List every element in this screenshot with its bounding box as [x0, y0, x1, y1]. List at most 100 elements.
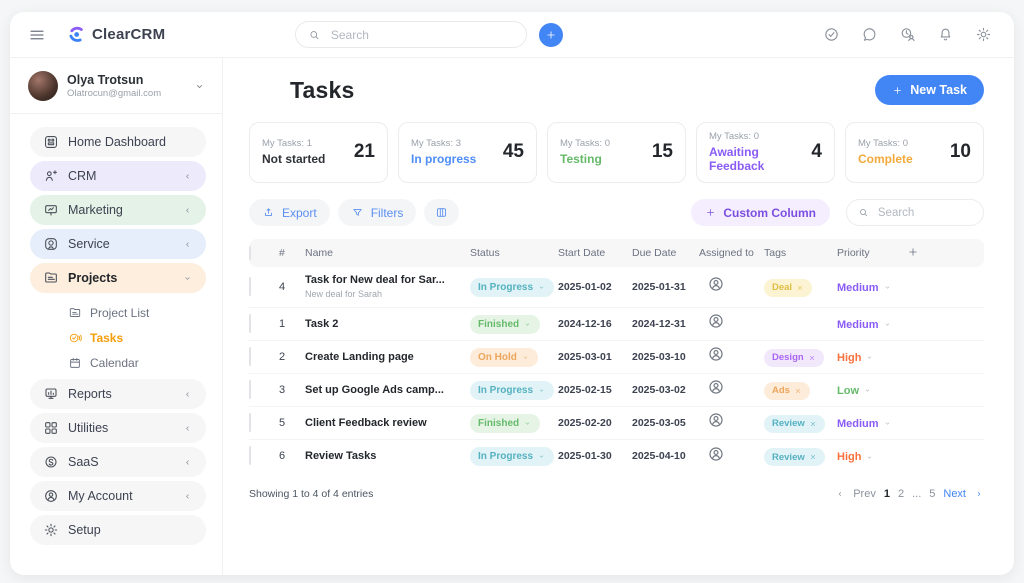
assignee-avatar-icon[interactable] [707, 275, 725, 293]
chat-icon[interactable] [861, 26, 878, 43]
column-header-status[interactable]: Status [470, 247, 558, 259]
priority-dropdown[interactable]: Low [837, 385, 872, 397]
add-column-icon[interactable] [907, 246, 919, 258]
select-all-checkbox[interactable] [249, 246, 251, 260]
status-dropdown[interactable]: Finished [470, 315, 540, 334]
tag-pill[interactable]: Design [764, 349, 824, 367]
table-row: 2Create Landing pageOn Hold2025-03-01202… [249, 341, 984, 374]
assignee-avatar-icon[interactable] [707, 411, 725, 429]
task-name-cell[interactable]: Task for New deal for Sar...New deal for… [305, 267, 470, 307]
app-window: ClearCRM Olya Trotsun Olatrocun@gmail.co… [10, 12, 1014, 575]
sidebar-item-crm[interactable]: CRM [30, 161, 206, 191]
stat-card[interactable]: My Tasks: 1Not started21 [249, 122, 388, 183]
sidebar-item-project-list[interactable]: Project List [68, 300, 206, 325]
priority-dropdown[interactable]: Medium [837, 418, 892, 430]
tag-remove-icon[interactable] [809, 420, 817, 428]
column-header-due-date[interactable]: Due Date [632, 247, 699, 259]
tag-remove-icon[interactable] [809, 453, 817, 461]
column-header-#[interactable]: # [279, 247, 305, 259]
menu-icon[interactable] [28, 26, 46, 44]
custom-column-button[interactable]: Custom Column [691, 199, 830, 226]
column-header-priority[interactable]: Priority [837, 247, 907, 259]
sidebar-item-calendar[interactable]: Calendar [68, 350, 206, 375]
tag-remove-icon[interactable] [794, 387, 802, 395]
table-search[interactable] [846, 199, 984, 226]
stat-card[interactable]: My Tasks: 0Complete10 [845, 122, 984, 183]
task-name-cell[interactable]: Client Feedback review [305, 410, 470, 436]
sidebar-item-projects[interactable]: Projects [30, 263, 206, 293]
sidebar-item-tasks[interactable]: Tasks [68, 325, 206, 350]
status-dropdown[interactable]: Finished [470, 414, 540, 433]
task-name-cell[interactable]: Set up Google Ads camp... [305, 377, 470, 403]
tag-remove-icon[interactable] [808, 354, 816, 362]
global-add-button[interactable] [539, 23, 563, 47]
webcam-icon [43, 236, 59, 252]
bell-icon[interactable] [937, 26, 954, 43]
assignee-avatar-icon[interactable] [707, 378, 725, 396]
prev-page-icon[interactable] [835, 489, 845, 499]
row-checkbox[interactable] [249, 413, 251, 432]
tag-pill[interactable]: Ads [764, 382, 810, 400]
filters-button[interactable]: Filters [338, 199, 417, 226]
priority-dropdown[interactable]: Medium [837, 319, 892, 331]
sidebar-item-saas[interactable]: SaaS [30, 447, 206, 477]
task-name-cell[interactable]: Task 2 [305, 311, 470, 337]
column-header-start-date[interactable]: Start Date [558, 247, 632, 259]
sidebar-item-my-account[interactable]: My Account [30, 481, 206, 511]
prev-page-button[interactable]: Prev [853, 488, 876, 500]
new-task-button[interactable]: New Task [875, 75, 984, 105]
status-dropdown[interactable]: On Hold [470, 348, 538, 367]
next-page-button[interactable]: Next [943, 488, 966, 500]
row-checkbox[interactable] [249, 314, 251, 333]
columns-button[interactable] [424, 199, 459, 226]
row-checkbox[interactable] [249, 277, 251, 296]
page-number-1[interactable]: 1 [884, 488, 890, 500]
check-circle-icon[interactable] [823, 26, 840, 43]
due-date: 2025-01-31 [632, 281, 699, 293]
sidebar-item-marketing[interactable]: Marketing [30, 195, 206, 225]
column-header-assigned-to[interactable]: Assigned to [699, 247, 764, 259]
row-checkbox[interactable] [249, 446, 251, 465]
tag-pill[interactable]: Review [764, 448, 825, 466]
export-button[interactable]: Export [249, 199, 330, 226]
stat-card[interactable]: My Tasks: 0Awaiting Feedback4 [696, 122, 835, 183]
row-checkbox[interactable] [249, 380, 251, 399]
tag-remove-icon[interactable] [796, 284, 804, 292]
stat-card[interactable]: My Tasks: 3In progress45 [398, 122, 537, 183]
table-search-input[interactable] [876, 206, 972, 220]
sidebar-item-utilities[interactable]: Utilities [30, 413, 206, 443]
assignee-avatar-icon[interactable] [707, 312, 725, 330]
task-name-cell[interactable]: Review Tasks [305, 443, 470, 469]
column-header-tags[interactable]: Tags [764, 247, 837, 259]
page-number-2[interactable]: 2 [898, 488, 904, 500]
profile-card[interactable]: Olya Trotsun Olatrocun@gmail.com [10, 58, 222, 114]
next-page-icon[interactable] [974, 489, 984, 499]
sidebar-item-home-dashboard[interactable]: Home Dashboard [30, 127, 206, 157]
column-header-name[interactable]: Name [305, 247, 470, 259]
start-date: 2025-02-15 [558, 384, 632, 396]
priority-dropdown[interactable]: High [837, 352, 874, 364]
stat-card[interactable]: My Tasks: 0Testing15 [547, 122, 686, 183]
sidebar-item-setup[interactable]: Setup [30, 515, 206, 545]
logo[interactable]: ClearCRM [66, 24, 165, 45]
assignee-avatar-icon[interactable] [707, 445, 725, 463]
chevron-down-icon[interactable] [193, 80, 206, 93]
status-dropdown[interactable]: In Progress [470, 381, 554, 400]
chevron-down-icon [537, 283, 546, 292]
page-number-5[interactable]: 5 [929, 488, 935, 500]
sidebar-item-service[interactable]: Service [30, 229, 206, 259]
status-dropdown[interactable]: In Progress [470, 278, 554, 297]
assignee-avatar-icon[interactable] [707, 345, 725, 363]
sidebar-item-reports[interactable]: Reports [30, 379, 206, 409]
priority-dropdown[interactable]: High [837, 451, 874, 463]
status-dropdown[interactable]: In Progress [470, 447, 554, 466]
tag-pill[interactable]: Review [764, 415, 825, 433]
task-name-cell[interactable]: Create Landing page [305, 344, 470, 370]
priority-dropdown[interactable]: Medium [837, 282, 892, 294]
time-user-icon[interactable] [899, 26, 916, 43]
gear-icon[interactable] [975, 26, 992, 43]
global-search-input[interactable] [329, 27, 514, 43]
row-checkbox[interactable] [249, 347, 251, 366]
global-search[interactable] [295, 21, 527, 48]
tag-pill[interactable]: Deal [764, 279, 812, 297]
